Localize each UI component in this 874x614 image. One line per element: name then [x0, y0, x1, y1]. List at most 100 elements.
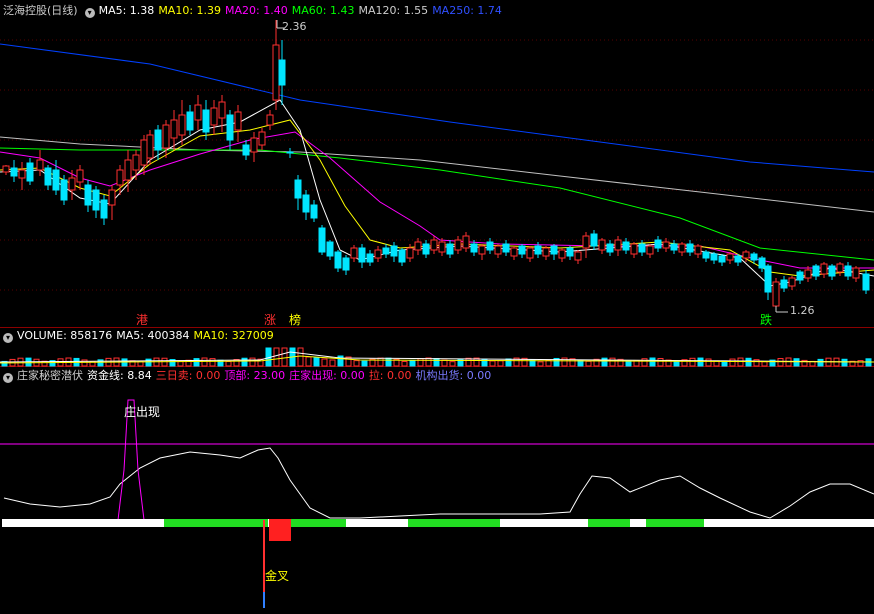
- candle-body: [366, 253, 374, 263]
- volume-bar: [449, 361, 456, 367]
- candle-body: [124, 159, 132, 181]
- volume-bar: [777, 358, 784, 367]
- candle-body: [750, 253, 758, 261]
- dealer-appear-marker: 庄出现: [124, 405, 161, 419]
- candle-body: [742, 251, 750, 259]
- volume-bar: [753, 359, 760, 367]
- golden-cross-marker: 金叉: [265, 569, 290, 583]
- candle-body: [272, 44, 280, 101]
- candle-body: [250, 137, 258, 153]
- status-strip-green: [646, 519, 704, 527]
- candle-body: [772, 281, 780, 307]
- candle-body: [686, 243, 694, 253]
- status-strip-green: [408, 519, 500, 527]
- fund-line: [3, 447, 874, 519]
- candle-body: [670, 243, 678, 251]
- candle-body: [234, 111, 242, 131]
- candle-body: [406, 247, 414, 259]
- signal-bang: 榜: [289, 313, 302, 327]
- candle-body: [486, 241, 494, 251]
- candle-body: [526, 247, 534, 259]
- candle-body: [662, 241, 670, 249]
- candle-body: [702, 251, 710, 259]
- candle-body: [638, 243, 646, 253]
- candle-body: [194, 104, 202, 121]
- ma250-line: [0, 43, 874, 173]
- candle-body: [430, 239, 438, 251]
- signal-zhang: 涨: [264, 313, 277, 327]
- status-strip-green: [290, 519, 346, 527]
- volume-bar: [841, 358, 848, 367]
- candle-body: [170, 119, 178, 139]
- candle-body: [862, 273, 870, 291]
- candle-body: [92, 189, 100, 211]
- candle-body: [582, 235, 590, 249]
- candle-body: [100, 199, 108, 219]
- candle-body: [414, 241, 422, 251]
- status-strip-green: [164, 519, 268, 527]
- volume-bar: [193, 358, 200, 367]
- volume-bar: [353, 360, 360, 367]
- candle-body: [590, 233, 598, 247]
- candle-body: [764, 265, 772, 293]
- candle-body: [574, 251, 582, 261]
- volume-bar: [489, 360, 496, 367]
- candle-body: [550, 245, 558, 255]
- volume-bar: [433, 358, 440, 367]
- volume-bar: [761, 361, 768, 367]
- candle-body: [836, 263, 844, 273]
- volume-bar: [673, 361, 680, 367]
- candle-body: [242, 144, 250, 156]
- volume-bar: [609, 357, 616, 367]
- candle-body: [140, 139, 148, 166]
- volume-bar: [745, 357, 752, 367]
- candle-body: [218, 101, 226, 119]
- candle-body: [758, 257, 766, 269]
- volume-bar: [273, 347, 280, 367]
- candle-body: [358, 247, 366, 263]
- status-strip-green: [588, 519, 630, 527]
- volume-bar: [241, 357, 248, 367]
- candle-body: [614, 239, 622, 251]
- candle-body: [542, 247, 550, 257]
- candle-body: [342, 257, 350, 271]
- candle-body: [302, 194, 310, 213]
- candle-body: [146, 134, 154, 159]
- volume-bar: [441, 359, 448, 367]
- candle-body: [18, 169, 26, 179]
- candle-body: [598, 239, 606, 251]
- low-price-label: 1.26: [790, 304, 815, 317]
- candle-body: [694, 245, 702, 255]
- candle-body: [60, 179, 68, 201]
- chart-canvas[interactable]: [0, 0, 874, 614]
- volume-bar: [313, 357, 320, 367]
- volume-bar: [537, 361, 544, 367]
- candle-body: [286, 151, 294, 154]
- candle-body: [108, 189, 116, 206]
- candle-body: [678, 243, 686, 253]
- candle-body: [390, 245, 398, 257]
- volume-bar: [705, 358, 712, 367]
- candle-body: [186, 111, 194, 131]
- high-price-label: 2.36: [282, 20, 307, 33]
- volume-bar: [625, 360, 632, 367]
- volume-bar: [401, 360, 408, 367]
- volume-bar: [649, 357, 656, 367]
- candle-body: [438, 241, 446, 253]
- candle-body: [326, 241, 334, 257]
- volume-bar: [729, 358, 736, 367]
- candle-body: [446, 243, 454, 255]
- candle-body: [852, 267, 860, 279]
- volume-bar: [385, 357, 392, 367]
- candle-body: [162, 124, 170, 149]
- volume-bar: [145, 358, 152, 367]
- candle-body: [36, 159, 44, 171]
- volume-bar: [793, 358, 800, 367]
- volume-bar: [425, 357, 432, 367]
- candle-body: [422, 243, 430, 255]
- candle-body: [478, 245, 486, 255]
- status-strip-red: [269, 519, 291, 541]
- candle-body: [470, 243, 478, 253]
- volume-bar: [601, 357, 608, 367]
- candle-body: [132, 154, 140, 171]
